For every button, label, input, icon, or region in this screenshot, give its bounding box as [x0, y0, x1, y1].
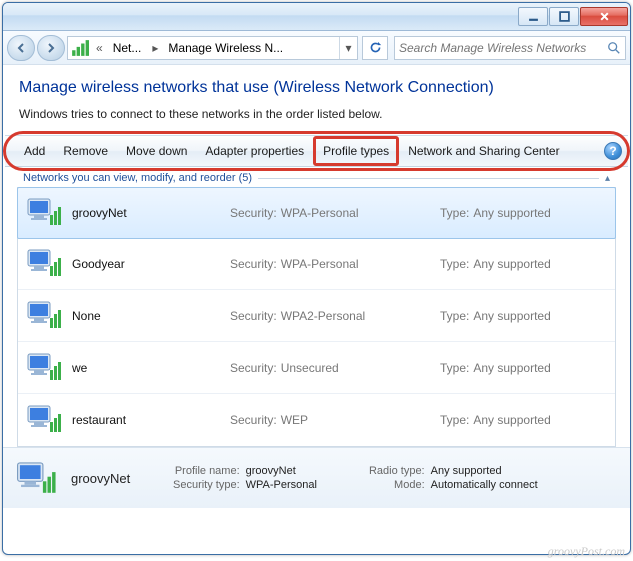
maximize-button[interactable]: [549, 7, 579, 26]
chevron-up-icon: ▴: [605, 173, 610, 184]
help-icon[interactable]: ?: [604, 142, 622, 160]
security-value: WPA-Personal: [281, 257, 359, 271]
type-value: Any supported: [473, 309, 550, 323]
network-list: groovyNet Security: WPA-Personal Type: Any…: [17, 187, 616, 447]
network-name: we: [72, 361, 230, 375]
network-name: Goodyear: [72, 257, 230, 271]
toolbar-add[interactable]: Add: [15, 136, 54, 166]
type-value: Any supported: [473, 206, 550, 220]
network-row[interactable]: restaurant Security: WEP Type: Any support…: [18, 394, 615, 446]
wifi-icon: [13, 456, 59, 500]
security-value: Unsecured: [281, 361, 339, 375]
titlebar: [3, 3, 630, 31]
watermark: groovyPost.com: [548, 544, 625, 559]
security-value: WEP: [281, 413, 308, 427]
type-value: Any supported: [473, 257, 550, 271]
toolbar-adapter-properties[interactable]: Adapter properties: [196, 136, 313, 166]
details-name: groovyNet: [71, 471, 161, 486]
wifi-icon: [24, 348, 64, 388]
chevron-right-icon: ▸: [148, 41, 162, 55]
search-input[interactable]: [399, 41, 607, 55]
type-label: Type:: [440, 309, 469, 323]
network-name: None: [72, 309, 230, 323]
wifi-icon: [24, 193, 64, 233]
security-value: WPA2-Personal: [281, 309, 365, 323]
security-label: Security:: [230, 309, 277, 323]
type-label: Type:: [440, 361, 469, 375]
group-header[interactable]: Networks you can view, modify, and reord…: [19, 169, 614, 187]
details-mode-value: Automatically connect: [431, 479, 538, 491]
network-row[interactable]: we Security: Unsecured Type: Any supported: [18, 342, 615, 394]
search-box[interactable]: [394, 36, 626, 60]
refresh-button[interactable]: [362, 36, 388, 60]
details-securitytype-label: Security type:: [173, 479, 240, 491]
nav-bar: « Net... ▸ Manage Wireless N... ▾: [3, 31, 630, 65]
details-profilename-label: Profile name:: [173, 465, 240, 477]
breadcrumb-seg-network[interactable]: Net...: [107, 37, 149, 59]
security-label: Security:: [230, 206, 277, 220]
toolbar-network-sharing-center[interactable]: Network and Sharing Center: [399, 136, 568, 166]
security-label: Security:: [230, 413, 277, 427]
security-label: Security:: [230, 361, 277, 375]
toolbar-move-down[interactable]: Move down: [117, 136, 196, 166]
wifi-icon: [24, 244, 64, 284]
command-bar: Add Remove Move down Adapter properties …: [5, 135, 628, 167]
close-button[interactable]: [580, 7, 628, 26]
type-label: Type:: [440, 206, 469, 220]
details-profilename-value: groovyNet: [246, 465, 317, 477]
details-radiotype-label: Radio type:: [369, 465, 425, 477]
security-value: WPA-Personal: [281, 206, 359, 220]
network-row[interactable]: Goodyear Security: WPA-Personal Type: Any …: [18, 238, 615, 290]
type-value: Any supported: [473, 361, 550, 375]
page-subtitle: Windows tries to connect to these networ…: [19, 107, 614, 121]
network-row[interactable]: None Security: WPA2-Personal Type: Any sup…: [18, 290, 615, 342]
details-radiotype-value: Any supported: [431, 465, 538, 477]
signal-icon: [71, 39, 89, 57]
window: « Net... ▸ Manage Wireless N... ▾ Manage…: [2, 2, 631, 555]
network-row[interactable]: groovyNet Security: WPA-Personal Type: Any…: [17, 187, 616, 239]
minimize-button[interactable]: [518, 7, 548, 26]
breadcrumb-seg-manage[interactable]: Manage Wireless N...: [162, 37, 290, 59]
breadcrumb-dropdown[interactable]: ▾: [339, 36, 357, 60]
wifi-icon: [24, 400, 64, 440]
breadcrumb[interactable]: « Net... ▸ Manage Wireless N... ▾: [67, 36, 358, 60]
wifi-icon: [24, 296, 64, 336]
toolbar-remove[interactable]: Remove: [54, 136, 117, 166]
search-icon: [607, 41, 621, 55]
toolbar-profile-types[interactable]: Profile types: [313, 136, 399, 166]
details-mode-label: Mode:: [369, 479, 425, 491]
forward-button[interactable]: [37, 35, 65, 61]
details-securitytype-value: WPA-Personal: [246, 479, 317, 491]
details-pane: groovyNet Profile name: groovyNet Securi…: [3, 447, 630, 508]
security-label: Security:: [230, 257, 277, 271]
type-label: Type:: [440, 257, 469, 271]
type-label: Type:: [440, 413, 469, 427]
type-value: Any supported: [473, 413, 550, 427]
page-title: Manage wireless networks that use (Wirel…: [19, 79, 614, 97]
network-name: groovyNet: [72, 206, 230, 220]
network-name: restaurant: [72, 413, 230, 427]
back-button[interactable]: [7, 35, 35, 61]
group-header-label: Networks you can view, modify, and reord…: [23, 172, 252, 184]
chevron-left-icon: «: [92, 41, 107, 55]
